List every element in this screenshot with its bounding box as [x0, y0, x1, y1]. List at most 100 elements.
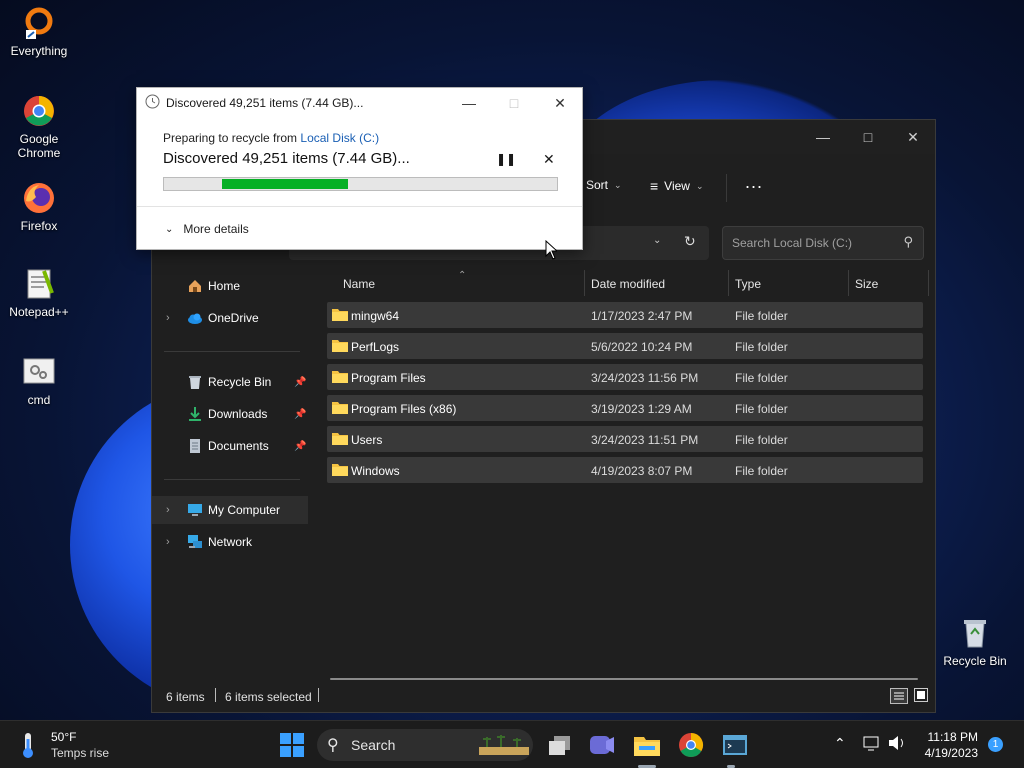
thermometer-icon[interactable]: [18, 731, 38, 762]
column-divider[interactable]: [928, 270, 929, 296]
more-details-button[interactable]: ⌄ More details: [165, 222, 249, 236]
desktop-icon-recycle-bin[interactable]: Recycle Bin: [936, 616, 1014, 668]
view-button[interactable]: ≡ View ⌄: [650, 178, 704, 194]
dialog-titlebar[interactable]: Discovered 49,251 items (7.44 GB)... — □…: [137, 88, 582, 116]
nav-item-documents[interactable]: Documents 📌: [152, 432, 308, 460]
file-name: PerfLogs: [351, 340, 400, 354]
search-placeholder: Search Local Disk (C:): [732, 236, 853, 250]
tiles-view-icon[interactable]: [914, 688, 928, 702]
table-row[interactable]: PerfLogs 5/6/2022 10:24 PM File folder: [327, 333, 923, 359]
minimize-button[interactable]: —: [446, 92, 492, 114]
status-divider: [215, 688, 216, 702]
sort-ascending-icon: ⌃: [458, 270, 467, 281]
desktop-icon-firefox[interactable]: Firefox: [0, 181, 78, 233]
volume-icon[interactable]: [887, 734, 907, 755]
weather-temp[interactable]: 50°F: [51, 730, 76, 744]
start-button[interactable]: [276, 729, 308, 761]
column-header-name[interactable]: Name: [343, 270, 375, 296]
nav-item-downloads[interactable]: Downloads 📌: [152, 400, 308, 428]
nav-item-home[interactable]: Home: [152, 272, 308, 300]
nav-item-recycle-bin[interactable]: Recycle Bin 📌: [152, 368, 308, 396]
desktop-icon-label: Notepad++: [9, 305, 69, 319]
folder-icon: [332, 339, 348, 352]
desktop-icon-notepadpp[interactable]: Notepad++: [0, 267, 78, 319]
desktop-icon-label: Google Chrome: [17, 132, 61, 160]
item-count: 6 items: [166, 690, 205, 704]
nav-item-onedrive[interactable]: › OneDrive: [152, 304, 308, 332]
column-divider[interactable]: [584, 270, 585, 296]
sort-button[interactable]: Sort ⌄: [586, 178, 622, 192]
file-date: 4/19/2023 8:07 PM: [591, 464, 693, 478]
desktop-icon-chrome[interactable]: Google Chrome: [0, 94, 78, 160]
column-divider[interactable]: [848, 270, 849, 296]
network-icon: [187, 534, 203, 550]
dialog-divider: [137, 206, 582, 207]
chevron-down-icon[interactable]: ⌄: [653, 235, 661, 246]
download-icon: [187, 406, 203, 422]
search-input[interactable]: Search Local Disk (C:) ⚲: [722, 226, 924, 260]
nav-item-my-computer[interactable]: › My Computer: [152, 496, 308, 524]
file-date: 3/19/2023 1:29 AM: [591, 402, 692, 416]
taskbar: 50°F Temps rise ⚲ Search ⌃ 11:18 PM 4/19…: [0, 720, 1024, 768]
notification-badge[interactable]: 1: [988, 737, 1003, 752]
task-view-icon[interactable]: [544, 729, 576, 761]
folder-icon: [332, 401, 348, 414]
chrome-taskbar-icon[interactable]: [675, 729, 707, 761]
column-header-size[interactable]: Size: [855, 270, 878, 296]
nav-item-network[interactable]: › Network: [152, 528, 308, 556]
file-type: File folder: [735, 402, 788, 416]
selected-count: 6 items selected: [225, 690, 312, 704]
table-row[interactable]: Program Files 3/24/2023 11:56 PM File fo…: [327, 364, 923, 390]
column-header-date[interactable]: Date modified: [591, 270, 665, 296]
table-row[interactable]: Users 3/24/2023 11:51 PM File folder: [327, 426, 923, 452]
desktop-icon-cmd[interactable]: cmd: [0, 355, 78, 407]
pause-button[interactable]: ❚❚: [496, 152, 516, 166]
chevron-up-icon[interactable]: ⌃: [834, 735, 846, 752]
table-row[interactable]: mingw64 1/17/2023 2:47 PM File folder: [327, 302, 923, 328]
folder-icon: [332, 432, 348, 445]
chevron-right-icon[interactable]: ›: [166, 312, 170, 324]
file-date: 1/17/2023 2:47 PM: [591, 309, 693, 323]
weather-desc[interactable]: Temps rise: [51, 746, 109, 760]
nav-divider: [164, 479, 300, 480]
chevron-right-icon[interactable]: ›: [166, 536, 170, 548]
nav-label: OneDrive: [208, 311, 259, 325]
table-row[interactable]: Windows 4/19/2023 8:07 PM File folder: [327, 457, 923, 483]
network-tray-icon[interactable]: [862, 734, 882, 755]
close-button[interactable]: ✕: [890, 126, 936, 148]
desktop-icon-everything[interactable]: Everything: [0, 6, 78, 58]
table-row[interactable]: Program Files (x86) 3/19/2023 1:29 AM Fi…: [327, 395, 923, 421]
chevron-right-icon[interactable]: ›: [166, 504, 170, 516]
source-link[interactable]: Local Disk (C:): [300, 131, 379, 145]
folder-icon: [332, 308, 348, 321]
taskbar-search-box[interactable]: ⚲ Search: [317, 729, 533, 761]
subtitle-prefix: Preparing to recycle from: [163, 131, 301, 145]
refresh-icon[interactable]: ↻: [684, 233, 696, 250]
mouse-cursor: [545, 239, 559, 263]
column-divider[interactable]: [728, 270, 729, 296]
clock-date[interactable]: 4/19/2023: [908, 746, 978, 760]
file-explorer-taskbar-icon[interactable]: [631, 729, 663, 761]
see-more-button[interactable]: ...: [745, 172, 763, 193]
clock-time[interactable]: 11:18 PM: [908, 730, 978, 744]
file-name: Program Files: [351, 371, 426, 385]
file-date: 3/24/2023 11:51 PM: [591, 433, 699, 447]
pin-icon: 📌: [294, 408, 307, 420]
minimize-button[interactable]: —: [800, 126, 846, 148]
view-label: View: [664, 179, 690, 193]
teams-chat-icon[interactable]: [586, 729, 618, 761]
horizontal-scrollbar[interactable]: [330, 678, 918, 680]
recycle-progress-dialog: Discovered 49,251 items (7.44 GB)... — □…: [136, 87, 583, 250]
file-type: File folder: [735, 371, 788, 385]
progress-fill: [222, 179, 348, 189]
recycle-bin-icon: [958, 616, 992, 650]
status-bar: 6 items 6 items selected: [152, 682, 935, 712]
maximize-button[interactable]: □: [845, 126, 891, 148]
details-view-icon[interactable]: [890, 688, 908, 704]
cancel-button[interactable]: ✕: [543, 151, 555, 168]
close-button[interactable]: ✕: [537, 92, 583, 114]
terminal-taskbar-icon[interactable]: [719, 729, 751, 761]
column-header-type[interactable]: Type: [735, 270, 761, 296]
progress-bar: [163, 177, 558, 191]
folder-icon: [332, 370, 348, 383]
